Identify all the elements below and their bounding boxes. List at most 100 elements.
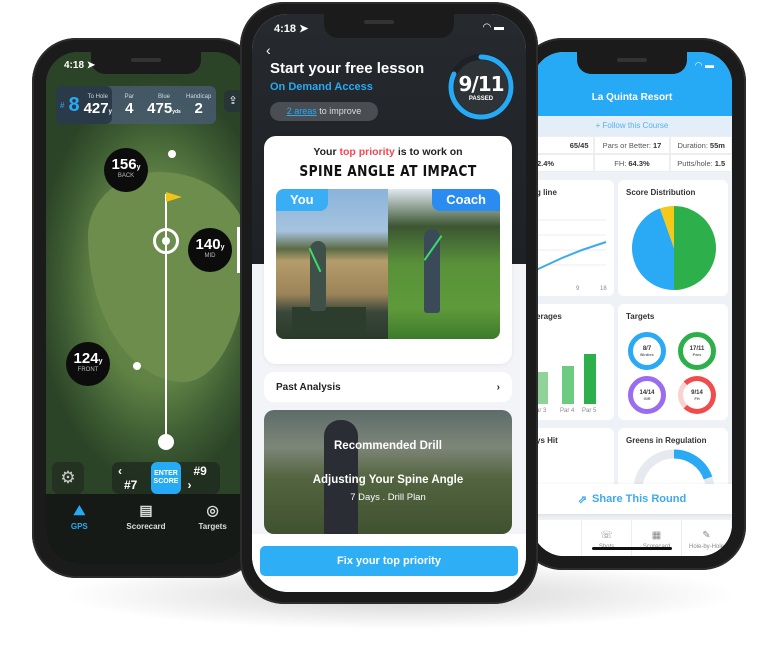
scoring-trend-line <box>535 241 607 271</box>
previous-hole-button[interactable]: ‹ #7 <box>112 464 151 492</box>
stat-cell: 65/45 <box>532 136 594 154</box>
front-yardage-unit: y <box>98 358 103 365</box>
stat-value: 1.5 <box>714 158 726 168</box>
progress-label: 9/11 PASSED <box>446 52 516 122</box>
fairways-hit-card[interactable]: ys Hit <box>532 428 614 488</box>
tab-gps[interactable]: ⛰ GPS <box>49 502 109 564</box>
settings-gear-icon[interactable]: ⚙ <box>52 462 84 494</box>
stat-value: 17 <box>653 140 662 150</box>
front-yardage-label: FRONT <box>77 367 99 373</box>
tab-blank[interactable] <box>532 520 582 556</box>
handicap-stat: Handicap 2 <box>181 86 216 124</box>
gir-card[interactable]: Greens in Regulation <box>618 428 728 488</box>
to-hole-stat: To Hole 427y <box>84 94 112 117</box>
enter-score-button[interactable]: ENTER SCORE <box>150 462 182 494</box>
round-summary-screen: ◠ ▬ La Quinta Resort + Follow this Cours… <box>532 52 732 556</box>
stat-label: FH: <box>614 158 627 168</box>
priority-suffix: is to work on <box>397 146 463 158</box>
target-ring-pars: 17/11 Pars <box>678 332 716 370</box>
par-stat: Par 4 <box>112 86 147 124</box>
targets-card[interactable]: Targets 8/7 Birdies 17/11 Pars 14/14 GIR 9/… <box>618 304 728 420</box>
status-time: 4:18 ➤ <box>274 23 309 35</box>
tab-scorecard-label: Scorecard <box>126 522 166 531</box>
back-chevron-icon[interactable]: ‹ <box>266 42 271 58</box>
x-tick: 9 <box>576 286 580 292</box>
cta-footer: Fix your top priority <box>252 534 526 592</box>
tee-value: 475 <box>147 99 173 117</box>
wifi-battery-icon: ◠ ▬ <box>482 22 504 33</box>
tab-scorecard[interactable]: ▦Scorecard <box>632 520 682 556</box>
stat-cell: 2.4% <box>532 154 594 172</box>
fix-top-priority-button[interactable]: Fix your top priority <box>260 546 518 576</box>
lesson-screen: 4:18 ➤ ◠ ▬ ‹ Start your free lesson On D… <box>252 14 526 592</box>
areas-to-improve-pill[interactable]: 2 areas to improve <box>270 102 378 121</box>
next-hole-label: #9 <box>193 464 207 478</box>
target-ring-birdies: 8/7 Birdies <box>628 332 666 370</box>
score-distribution-pie <box>631 206 716 290</box>
target-ring-fh: 9/14 FH <box>678 376 716 414</box>
tab-shots[interactable]: ☏Shots <box>582 520 632 556</box>
lesson-subtitle: On Demand Access <box>270 81 373 93</box>
swing-comparison[interactable]: You Coach <box>276 189 500 339</box>
stat-cell: Pars or Better: 17 <box>593 136 671 154</box>
share-icon: ⇗ <box>577 493 588 506</box>
priority-title: SPINE ANGLE AT IMPACT <box>299 162 477 180</box>
back-yardage: 156y BACK <box>104 148 148 192</box>
tab-hole-by-hole[interactable]: ✎ Hole-by-Hole <box>682 520 732 556</box>
map-pin-icon: ⛰ <box>73 502 86 518</box>
course-name: La Quinta Resort <box>591 92 673 103</box>
score-navigation: ‹ #7 ENTER SCORE #9 › <box>112 462 220 494</box>
chevron-right-icon: › <box>496 381 500 393</box>
tab-scorecard[interactable]: ▤ Scorecard <box>116 502 176 564</box>
hole-hash: # <box>60 100 65 110</box>
round-summary-phone: ◠ ▬ La Quinta Resort + Follow this Cours… <box>518 38 746 570</box>
lesson-title: Start your free lesson <box>270 60 425 77</box>
target-crosshair-icon[interactable] <box>153 228 179 254</box>
ring-label: GIR <box>643 395 651 401</box>
back-marker-dot <box>168 150 176 158</box>
lesson-phone: 4:18 ➤ ◠ ▬ ‹ Start your free lesson On D… <box>240 2 538 604</box>
areas-link[interactable]: 2 areas <box>287 106 317 116</box>
golf-ball-icon[interactable] <box>158 434 174 450</box>
hole-info-bar[interactable]: # 8 To Hole 427y Par 4 Blue 475yds Handicap… <box>56 86 216 124</box>
priority-highlight: top priority <box>339 146 395 158</box>
tee-unit: yds <box>172 108 181 115</box>
scoring-line-card[interactable]: g line 9 18 <box>532 180 614 296</box>
gps-tab-bar: ⛰ GPS ▤ Scorecard ◎ Targets <box>46 494 246 564</box>
recommended-drill-card[interactable]: Recommended Drill Adjusting Your Spine A… <box>264 410 512 534</box>
tab-targets[interactable]: ◎ Targets <box>183 502 243 564</box>
drill-meta: 7 Days . Drill Plan <box>350 492 426 503</box>
score-distribution-card[interactable]: Score Distribution <box>618 180 728 296</box>
x-tick: Par 5 <box>582 408 597 414</box>
gps-screen: 4:18 ➤ # 8 To Hole 427y Par 4 Blue 475yds H… <box>46 52 246 564</box>
bar-par4 <box>562 366 574 404</box>
notch <box>91 52 201 74</box>
your-swing-photo[interactable]: You <box>276 189 388 339</box>
shots-icon: ☏ <box>600 530 613 541</box>
share-round-button[interactable]: ⇗ Share This Round <box>532 484 732 514</box>
time-text: 4:18 <box>274 23 297 35</box>
back-yardage-unit: y <box>136 164 141 171</box>
tab-hole-by-hole-label: Hole-by-Hole <box>688 544 724 550</box>
share-round-label: Share This Round <box>592 493 687 505</box>
coach-swing-photo[interactable]: Coach <box>388 189 500 339</box>
x-tick: Par 4 <box>560 408 575 414</box>
averages-card[interactable]: erages ar 3 Par 4 Par 5 <box>532 304 614 420</box>
hitting-mat <box>292 307 366 333</box>
gauge-fill <box>673 449 713 480</box>
follow-course-button[interactable]: + Follow this Course <box>532 116 732 136</box>
front-marker-dot <box>133 362 141 370</box>
card-title: Targets <box>626 312 655 321</box>
hole-number-box[interactable]: # 8 To Hole 427y <box>56 86 112 124</box>
top-priority-card: Your top priority is to work on SPINE AN… <box>264 136 512 364</box>
you-label: You <box>276 189 328 211</box>
drill-heading: Recommended Drill <box>334 440 442 452</box>
scorecard-icon: ▦ <box>651 530 662 541</box>
stat-label: Duration: <box>677 140 708 150</box>
gps-phone: 4:18 ➤ # 8 To Hole 427y Par 4 Blue 475yds H… <box>32 38 260 578</box>
next-hole-button[interactable]: #9 › <box>181 464 220 492</box>
areas-text: to improve <box>319 106 362 116</box>
target-icon: ◎ <box>206 502 219 518</box>
past-analysis-row[interactable]: Past Analysis › <box>264 372 512 402</box>
mid-yardage-unit: y <box>220 244 225 251</box>
